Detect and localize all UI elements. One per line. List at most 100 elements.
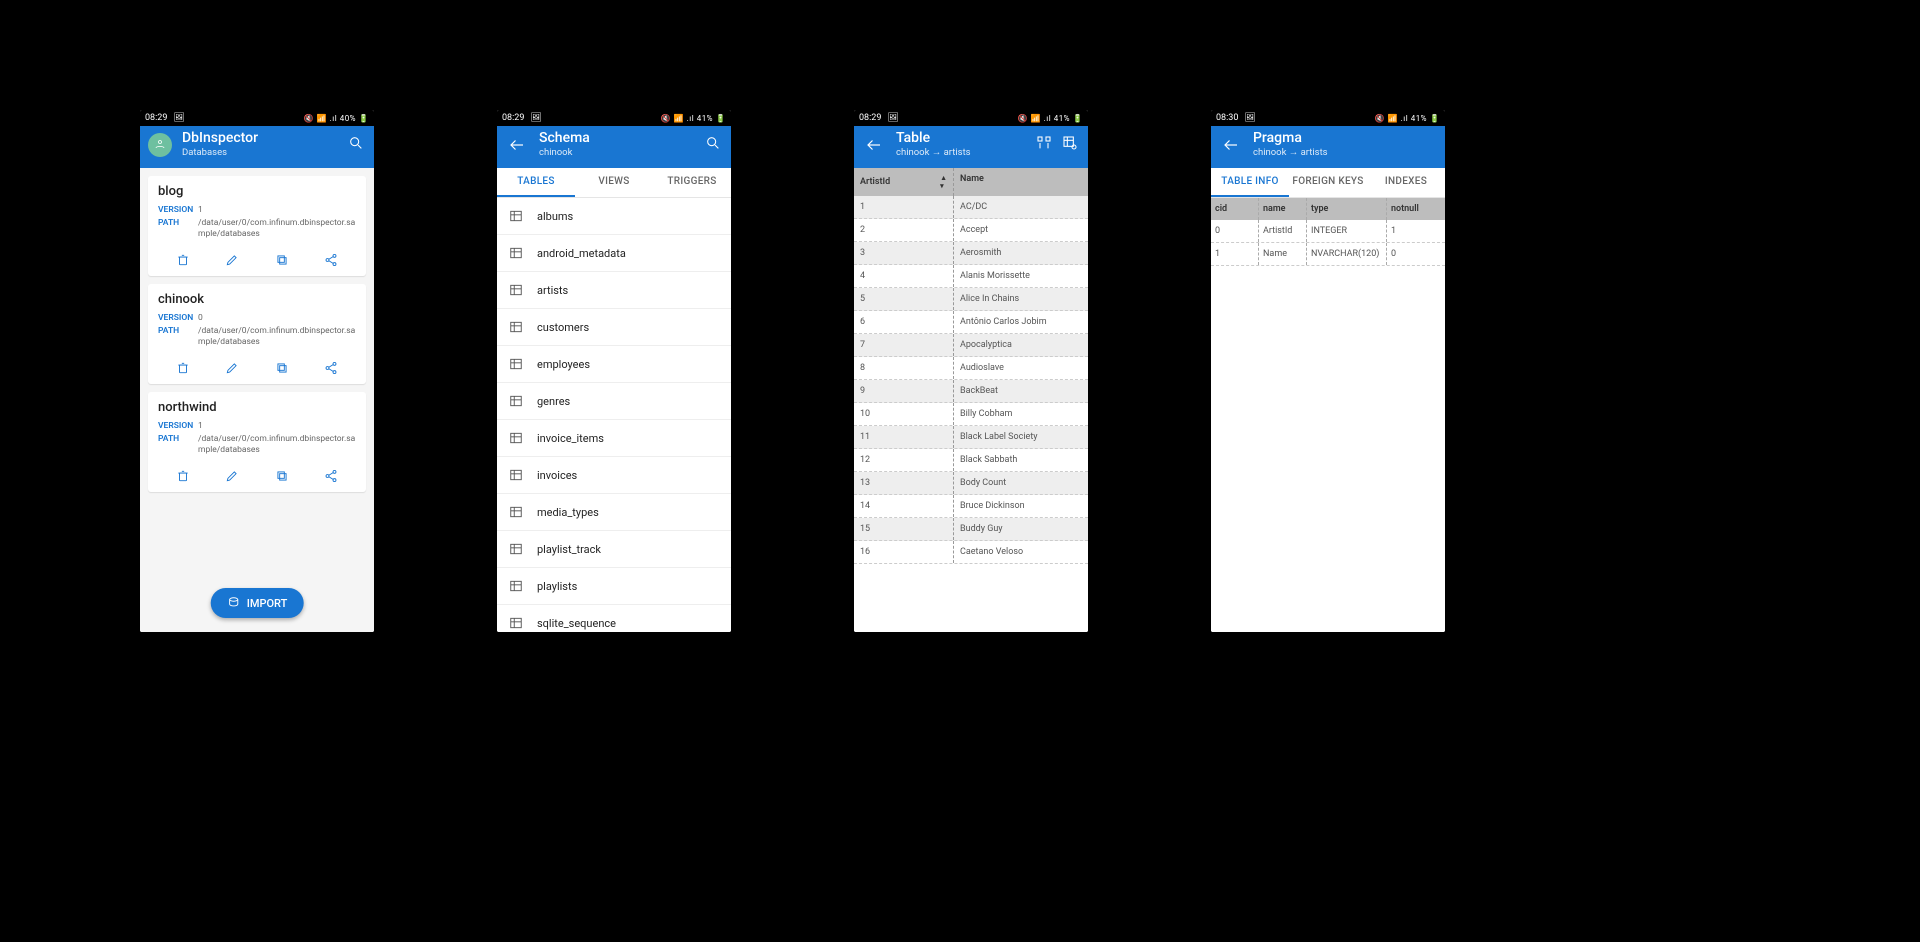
database-card[interactable]: chinook VERSION0 PATH/data/user/0/com.in…: [148, 284, 366, 384]
status-bar: 08:29 🖼 🔇 📶 .ıl 41% 🔋: [497, 110, 731, 126]
copy-icon[interactable]: [272, 250, 292, 270]
cell-artistid: 14: [854, 495, 954, 517]
tab-views[interactable]: VIEWS: [575, 168, 653, 197]
status-time: 08:29: [859, 113, 881, 123]
table-row[interactable]: 15Buddy Guy: [854, 518, 1088, 541]
version-value: 1: [198, 421, 203, 432]
table-list-item[interactable]: invoice_items: [497, 420, 731, 457]
table-row[interactable]: 14Bruce Dickinson: [854, 495, 1088, 518]
column-header[interactable]: cid: [1211, 198, 1259, 220]
column-header[interactable]: Name: [954, 168, 1088, 196]
table-row[interactable]: 8Audioslave: [854, 357, 1088, 380]
cell-artistid: 15: [854, 518, 954, 540]
copy-icon[interactable]: [272, 466, 292, 486]
cell-artistid: 16: [854, 541, 954, 563]
table-list-item[interactable]: artists: [497, 272, 731, 309]
column-header[interactable]: notnull: [1387, 198, 1445, 220]
column-header[interactable]: type: [1307, 198, 1387, 220]
appbar: Table chinook → artists: [854, 126, 1088, 168]
sort-asc-icon[interactable]: ▲▾: [940, 174, 947, 190]
copy-icon[interactable]: [272, 358, 292, 378]
database-card[interactable]: blog VERSION1 PATH/data/user/0/com.infin…: [148, 176, 366, 276]
appbar: Pragma chinook → artists: [1211, 126, 1445, 168]
appbar: Schema chinook: [497, 126, 731, 168]
table-row[interactable]: 13Body Count: [854, 472, 1088, 495]
search-icon[interactable]: [346, 133, 366, 153]
pragma-row[interactable]: 0ArtistIdINTEGER1: [1211, 220, 1445, 243]
table-list-item[interactable]: employees: [497, 346, 731, 383]
path-label: PATH: [158, 434, 198, 456]
appbar-title: Pragma: [1253, 130, 1437, 147]
status-bar: 08:30 🖼 🔇 📶 .ıl 41% 🔋: [1211, 110, 1445, 126]
table-name: sqlite_sequence: [537, 617, 616, 630]
cell-name: Apocalyptica: [954, 334, 1088, 356]
cell-type: NVARCHAR(120): [1307, 243, 1387, 265]
pragma-icon[interactable]: [1060, 133, 1080, 153]
tab-tables[interactable]: TABLES: [497, 168, 575, 197]
table-list-item[interactable]: customers: [497, 309, 731, 346]
table-header: ArtistId ▲▾ Name: [854, 168, 1088, 196]
status-icons: 🔇 📶 .ıl 41% 🔋: [661, 114, 726, 123]
column-header[interactable]: ArtistId: [860, 177, 890, 187]
table-list-item[interactable]: playlists: [497, 568, 731, 605]
cell-notnull: 1: [1387, 220, 1445, 242]
cell-artistid: 11: [854, 426, 954, 448]
table-row[interactable]: 11Black Label Society: [854, 426, 1088, 449]
status-bar: 08:29 🖼 🔇 📶 .ıl 41% 🔋: [854, 110, 1088, 126]
filter-icon[interactable]: [1034, 133, 1054, 153]
column-header[interactable]: name: [1259, 198, 1307, 220]
edit-icon[interactable]: [222, 358, 242, 378]
pragma-row[interactable]: 1NameNVARCHAR(120)0: [1211, 243, 1445, 266]
database-card[interactable]: northwind VERSION1 PATH/data/user/0/com.…: [148, 392, 366, 492]
search-icon[interactable]: [703, 133, 723, 153]
table-row[interactable]: 9BackBeat: [854, 380, 1088, 403]
table-list-item[interactable]: android_metadata: [497, 235, 731, 272]
cell-artistid: 7: [854, 334, 954, 356]
cell-name: Aerosmith: [954, 242, 1088, 264]
back-icon[interactable]: [1219, 133, 1243, 157]
table-row[interactable]: 3Aerosmith: [854, 242, 1088, 265]
table-row[interactable]: 12Black Sabbath: [854, 449, 1088, 472]
table-list-item[interactable]: playlist_track: [497, 531, 731, 568]
table-list-item[interactable]: albums: [497, 198, 731, 235]
table-list-item[interactable]: genres: [497, 383, 731, 420]
delete-icon[interactable]: [173, 466, 193, 486]
table-row[interactable]: 10Billy Cobham: [854, 403, 1088, 426]
version-label: VERSION: [158, 313, 198, 324]
status-time: 08:29: [502, 113, 524, 123]
import-button[interactable]: IMPORT: [211, 588, 304, 618]
back-icon[interactable]: [505, 133, 529, 157]
database-name: northwind: [158, 400, 356, 415]
screen-body: ArtistId ▲▾ Name 1AC/DC2Accept3Aerosmith…: [854, 168, 1088, 632]
table-row[interactable]: 1AC/DC: [854, 196, 1088, 219]
cell-artistid: 5: [854, 288, 954, 310]
table-list-item[interactable]: invoices: [497, 457, 731, 494]
share-icon[interactable]: [321, 358, 341, 378]
table-name: playlist_track: [537, 543, 601, 556]
cell-notnull: 0: [1387, 243, 1445, 265]
table-row[interactable]: 4Alanis Morissette: [854, 265, 1088, 288]
edit-icon[interactable]: [222, 466, 242, 486]
table-row[interactable]: 2Accept: [854, 219, 1088, 242]
screen-body: blog VERSION1 PATH/data/user/0/com.infin…: [140, 168, 374, 632]
tab-indexes[interactable]: INDEXES: [1367, 168, 1445, 197]
delete-icon[interactable]: [173, 358, 193, 378]
table-name: artists: [537, 284, 568, 297]
table-row[interactable]: 7Apocalyptica: [854, 334, 1088, 357]
table-icon: [509, 615, 525, 631]
table-name: customers: [537, 321, 589, 334]
table-list-item[interactable]: media_types: [497, 494, 731, 531]
share-icon[interactable]: [321, 250, 341, 270]
tab-triggers[interactable]: TRIGGERS: [653, 168, 731, 197]
tab-table-info[interactable]: TABLE INFO: [1211, 168, 1289, 197]
delete-icon[interactable]: [173, 250, 193, 270]
cell-name: BackBeat: [954, 380, 1088, 402]
edit-icon[interactable]: [222, 250, 242, 270]
back-icon[interactable]: [862, 133, 886, 157]
tab-foreign-keys[interactable]: FOREIGN KEYS: [1289, 168, 1367, 197]
table-list-item[interactable]: sqlite_sequence: [497, 605, 731, 632]
share-icon[interactable]: [321, 466, 341, 486]
table-row[interactable]: 6Antônio Carlos Jobim: [854, 311, 1088, 334]
table-row[interactable]: 16Caetano Veloso: [854, 541, 1088, 564]
table-row[interactable]: 5Alice In Chains: [854, 288, 1088, 311]
